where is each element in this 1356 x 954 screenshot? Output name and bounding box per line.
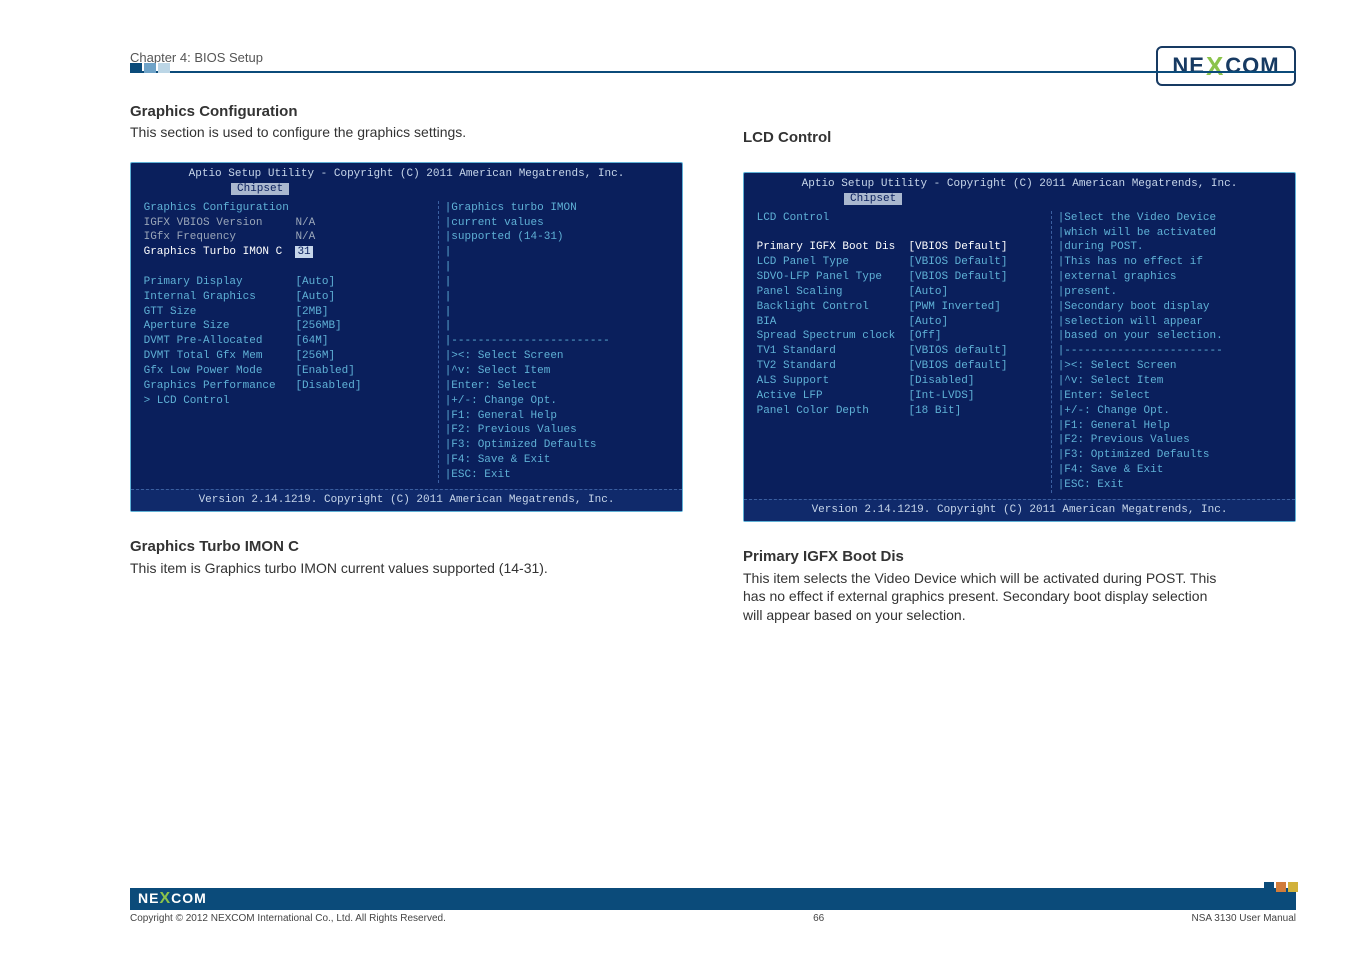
- paragraph-title: Graphics Turbo IMON C: [130, 538, 683, 555]
- paragraph-title: Primary IGFX Boot Dis: [743, 548, 1296, 565]
- section-title: Graphics Configuration: [130, 103, 683, 120]
- footer-bar: NEXCOM: [130, 888, 1296, 910]
- footer-corner-blocks: [1262, 882, 1298, 892]
- bios-screenshot-right: Aptio Setup Utility - Copyright (C) 2011…: [743, 172, 1296, 522]
- footer-logo: NEXCOM: [138, 890, 207, 908]
- logo-post: COM: [1225, 53, 1279, 79]
- header-rule: [130, 71, 1296, 73]
- chapter-header: Chapter 4: BIOS Setup: [130, 50, 1296, 65]
- logo-x: X: [159, 890, 171, 907]
- bios-help-pane: |Select the Video Device |which will be …: [1051, 211, 1289, 493]
- logo-x: X: [1206, 51, 1224, 82]
- bios-screenshot-left: Aptio Setup Utility - Copyright (C) 2011…: [130, 162, 683, 512]
- block-icon: [144, 63, 156, 73]
- bios-tab-row: Chipset: [744, 192, 1295, 207]
- bios-tab-row: Chipset: [131, 182, 682, 197]
- logo-post: COM: [171, 890, 207, 906]
- block-icon: [158, 63, 170, 73]
- footer-copyright: Copyright © 2012 NEXCOM International Co…: [130, 913, 446, 924]
- bios-settings-pane: LCD Control Primary IGFX Boot Dis [VBIOS…: [750, 211, 1051, 493]
- bios-settings-pane: Graphics Configuration IGFX VBIOS Versio…: [137, 201, 438, 483]
- bios-bottom-bar: Version 2.14.1219. Copyright (C) 2011 Am…: [131, 489, 682, 511]
- header-blocks: [130, 63, 172, 73]
- logo-pre: NE: [138, 890, 159, 906]
- bios-tab: Chipset: [231, 183, 289, 195]
- block-icon: [1276, 882, 1286, 892]
- paragraph-body: This item is Graphics turbo IMON current…: [130, 559, 610, 578]
- bios-help-pane: |Graphics turbo IMON |current values |su…: [438, 201, 676, 483]
- footer-page-number: 66: [813, 913, 824, 924]
- bios-top-bar: Aptio Setup Utility - Copyright (C) 2011…: [131, 163, 682, 182]
- logo-pre: NE: [1172, 53, 1205, 79]
- page-footer: NEXCOM Copyright © 2012 NEXCOM Internati…: [130, 888, 1296, 924]
- right-column: LCD Control Aptio Setup Utility - Copyri…: [743, 103, 1296, 625]
- paragraph-body: This item selects the Video Device which…: [743, 569, 1223, 626]
- block-icon: [1264, 882, 1274, 892]
- footer-doc-title: NSA 3130 User Manual: [1191, 913, 1296, 924]
- brand-logo: NEXCOM: [1156, 46, 1296, 86]
- section-title: LCD Control: [743, 129, 1296, 146]
- bios-top-bar: Aptio Setup Utility - Copyright (C) 2011…: [744, 173, 1295, 192]
- block-icon: [1288, 882, 1298, 892]
- left-column: Graphics Configuration This section is u…: [130, 103, 683, 625]
- bios-tab: Chipset: [844, 193, 902, 205]
- section-desc: This section is used to configure the gr…: [130, 124, 683, 140]
- bios-bottom-bar: Version 2.14.1219. Copyright (C) 2011 Am…: [744, 499, 1295, 521]
- block-icon: [130, 63, 142, 73]
